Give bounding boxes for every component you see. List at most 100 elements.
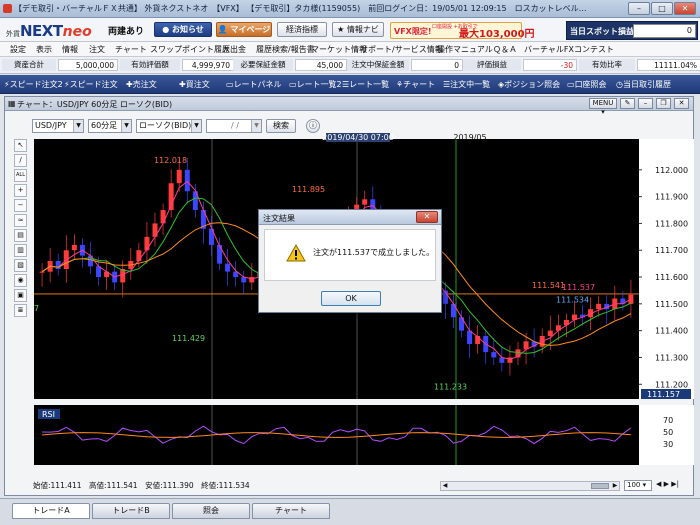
toolbar-label: 買注文 (185, 80, 210, 89)
candle-body (362, 199, 368, 205)
close-button[interactable]: ✕ (674, 2, 696, 15)
toolbar-button[interactable]: ▭口座照会 (567, 79, 607, 90)
compare-icon[interactable]: ▥ (14, 244, 27, 257)
toolbar-button[interactable]: ⚡スピード注文2 (4, 79, 63, 90)
dialog-close-button[interactable]: ✕ (416, 211, 438, 223)
hedge-mode-label: 両建あり (108, 27, 145, 37)
scroll-right-icon[interactable]: ▶ (611, 482, 619, 490)
price-annotation: 112.018 (154, 156, 187, 165)
app-icon (3, 4, 12, 13)
economic-indicator-button[interactable]: 経済指標 (277, 22, 327, 37)
current-price-label: 111.157 (647, 390, 680, 399)
menu-item[interactable]: マーケット情報 (311, 44, 367, 55)
toolbar-button[interactable]: ☰レート一覧 (342, 79, 389, 90)
toolbar-label: 売注文 (132, 80, 157, 89)
tab-3[interactable]: チャート (252, 503, 330, 519)
eye-icon[interactable]: ◉ (14, 274, 27, 287)
toolbar-label: レート一覧2 (296, 80, 342, 89)
timeframe-select[interactable]: 60分足 ▼ (88, 119, 132, 133)
notice-button[interactable]: ● お知らせ (154, 22, 212, 37)
search-button[interactable]: 検索 (266, 119, 296, 133)
maximize-button[interactable]: □ (651, 2, 673, 15)
toolbar-icon: ▭ (567, 80, 575, 89)
pin-icon[interactable]: ✎ (620, 98, 635, 109)
print-icon[interactable]: ▣ (14, 289, 27, 302)
menu-item[interactable]: 表示 (36, 44, 52, 55)
menu-item[interactable]: 入出金 (222, 44, 246, 55)
account-label: 注文中保証金額 (347, 59, 409, 71)
date-input[interactable]: / / ▼ (206, 119, 262, 133)
timeframe-value: 60分足 (91, 121, 118, 130)
chevron-down-icon: ▼ (191, 120, 201, 132)
zoom-in-icon[interactable]: + (14, 184, 27, 197)
grid-icon[interactable]: ▤ (14, 229, 27, 242)
chart-scrollbar[interactable]: ◀ ▶ (440, 481, 620, 491)
line-icon[interactable]: ≈ (14, 214, 27, 227)
toolbar: ⚡スピード注文2 ⚡スピード注文 ✚売注文 ✚買注文 ▭レートパネル ▭レート一覧2 ☰レー… (0, 75, 700, 94)
tab-1[interactable]: トレードB (92, 503, 170, 519)
pen-icon[interactable]: / (14, 154, 27, 167)
toolbar-button[interactable]: ◈ポジション照会 (498, 79, 560, 90)
menu-item[interactable]: バーチャルFXコンテスト (524, 44, 614, 55)
cursor-icon[interactable]: ↖ (14, 139, 27, 152)
toolbar-button[interactable]: ▭レートパネル (226, 79, 282, 90)
toolbar-button[interactable]: ✚買注文 (179, 79, 210, 90)
account-label: 評価損益 (463, 59, 521, 71)
rsi-level-label: 50 (663, 428, 673, 437)
menu-item[interactable]: 履歴検索/報告書 (256, 44, 315, 55)
pair-select[interactable]: USD/JPY ▼ (32, 119, 84, 133)
chart-window-header: ▦ チャート：USD/JPY 60分足 ローソク(BID) MENU ▾ ✎ –… (5, 97, 693, 116)
warning-icon (286, 244, 306, 262)
logo-main: NEXT (20, 22, 63, 40)
minimize-button[interactable]: – (628, 2, 650, 15)
toolbar-button[interactable]: ▭レート一覧2 (289, 79, 342, 90)
menu-item[interactable]: 操作マニュアル (437, 44, 493, 55)
info-icon[interactable]: ⓘ (306, 119, 320, 133)
zoom-out-icon[interactable]: − (14, 199, 27, 212)
tab-2[interactable]: 照会 (172, 503, 250, 519)
bottom-tabs: トレードA トレードB 照会 チャート (0, 498, 700, 525)
chart-close-button[interactable]: ✕ (674, 98, 689, 109)
toolbar-button[interactable]: ◷当日取引履歴 (616, 79, 671, 90)
account-value: 4,999,970 (182, 59, 234, 71)
mypage-button[interactable]: 👤 マイページ (216, 22, 272, 37)
menu-item[interactable]: 設定 (10, 44, 26, 55)
price-label: 111.800 (655, 219, 688, 228)
chart-menu-button[interactable]: MENU ▾ (589, 98, 617, 116)
toolbar-button[interactable]: ☰注文中一覧 (443, 79, 490, 90)
candle-body (249, 277, 255, 283)
scroll-thumb[interactable] (591, 483, 609, 489)
scroll-left-icon[interactable]: ◀ (441, 482, 449, 490)
toolbar-button[interactable]: ⚘チャート (396, 79, 435, 90)
menu-item[interactable]: スワップポイント履歴 (150, 44, 230, 55)
price-label: 111.200 (655, 380, 688, 389)
promo-banner[interactable]: VFX限定! 口座開設 +お取引で 最大103,000円 (390, 22, 535, 40)
chevron-down-icon: ▼ (251, 120, 261, 132)
all-icon[interactable]: ALL (14, 169, 27, 182)
indicator-icon[interactable]: ▧ (14, 259, 27, 272)
toolbar-button[interactable]: ⚡スピード注文 (64, 79, 118, 90)
chart-area[interactable]: 112.000 111.900 111.800 111.700 111.600 111.5… (34, 133, 694, 509)
menu-item[interactable]: 注文 (89, 44, 105, 55)
ok-button[interactable]: OK (321, 291, 381, 306)
menu-item[interactable]: チャート (115, 44, 147, 55)
account-label: 資産合計 (2, 59, 56, 71)
menu-item[interactable]: 情報 (62, 44, 78, 55)
date-label: 2019/05 (453, 133, 486, 142)
chevron-down-icon: ▼ (73, 120, 83, 132)
chart-minimize-button[interactable]: – (638, 98, 653, 109)
toolbar-button[interactable]: ✚売注文 (126, 79, 157, 90)
toolbar-icon: ◷ (616, 80, 623, 89)
dialog-body: 注文が111.537で成立しました。 (264, 229, 436, 281)
tab-0[interactable]: トレードA (12, 503, 90, 519)
info-navi-button[interactable]: ★ 情報ナビ (332, 22, 384, 37)
toolbar-label: レートパネル (233, 80, 282, 89)
zoom-select[interactable]: 100 ▾ (624, 480, 652, 491)
chart-type-select[interactable]: ローソク(BID) ▼ (136, 119, 202, 133)
menu-item[interactable]: サポート/サービス情報 (360, 44, 443, 55)
menu-item[interactable]: Ｑ＆Ａ (493, 44, 517, 55)
chart-restore-button[interactable]: ❐ (656, 98, 671, 109)
toolbar-icon: ✚ (126, 80, 133, 89)
settings-icon[interactable]: ≣ (14, 304, 27, 317)
zoom-stepper[interactable]: ◀ ▶ ▶| (656, 480, 679, 488)
